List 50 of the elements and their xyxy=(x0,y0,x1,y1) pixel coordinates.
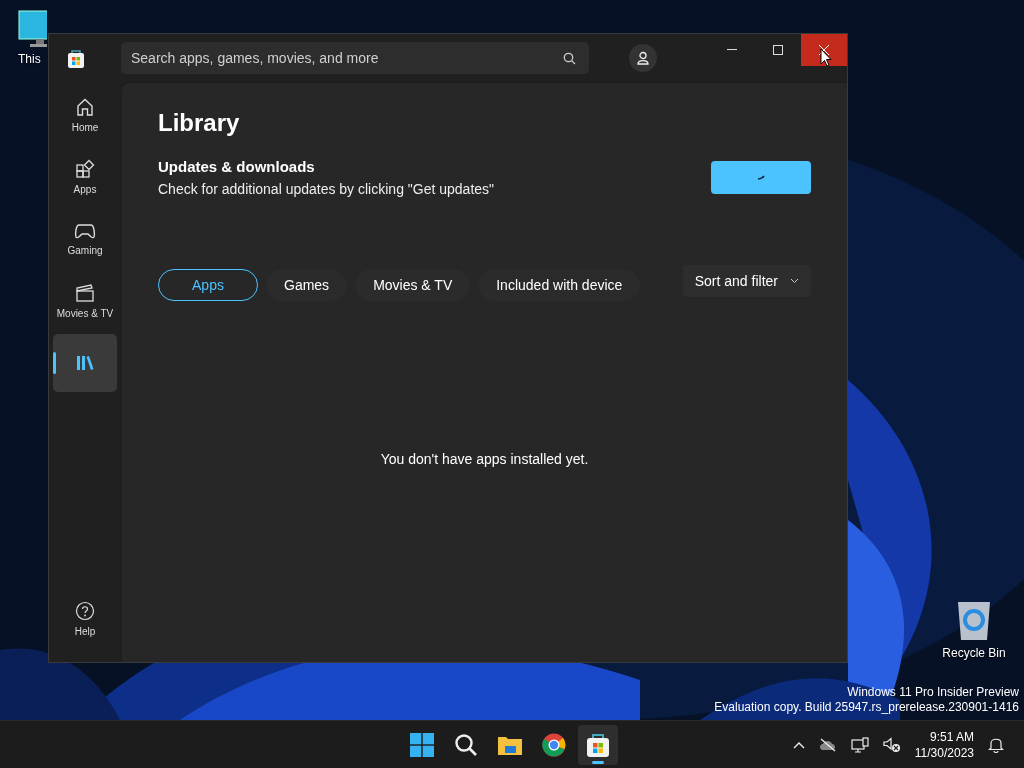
watermark-text: Windows 11 Pro Insider Preview xyxy=(847,685,1019,700)
desktop-icon[interactable]: This xyxy=(0,10,47,66)
bell-icon[interactable] xyxy=(988,736,1004,753)
search-icon xyxy=(563,52,576,65)
minimize-icon xyxy=(727,49,737,51)
clapperboard-icon xyxy=(75,283,95,303)
section-heading: Updates & downloads xyxy=(158,158,316,175)
person-icon xyxy=(636,51,650,65)
store-icon xyxy=(587,733,609,757)
account-button[interactable] xyxy=(629,44,657,72)
search-field[interactable]: Search apps, games, movies, and more xyxy=(121,42,589,74)
gamepad-icon xyxy=(74,222,96,240)
network-icon[interactable] xyxy=(850,736,869,753)
browser-icon xyxy=(542,733,566,757)
page-title: Library xyxy=(158,109,241,137)
home-icon xyxy=(75,97,95,117)
chevron-down-icon xyxy=(790,278,799,284)
icon-label: Recycle Bin xyxy=(942,646,1006,660)
mouse-cursor-icon xyxy=(820,48,832,67)
help-icon xyxy=(75,601,95,621)
chevron-up-icon[interactable] xyxy=(792,740,805,749)
clock-button[interactable]: 9:51 AM 11/30/2023 xyxy=(914,728,974,761)
store-logo-icon xyxy=(68,50,84,68)
nav-item[interactable]: Apps xyxy=(53,148,117,206)
nav-item[interactable]: Home xyxy=(53,86,117,144)
cloud-off-icon[interactable] xyxy=(818,737,837,752)
search-icon xyxy=(454,733,478,757)
taskbar-button[interactable] xyxy=(578,725,618,765)
library-icon xyxy=(75,354,95,372)
filter-tab[interactable]: Games xyxy=(266,269,348,301)
nav-item[interactable]: Movies & TV xyxy=(53,272,117,330)
filter-tab[interactable]: Included with device xyxy=(478,269,641,301)
help-nav-item[interactable]: Help xyxy=(53,590,117,648)
desktop-icon[interactable]: Recycle Bin xyxy=(936,598,1012,660)
close-button[interactable] xyxy=(801,34,847,66)
speaker-muted-icon[interactable] xyxy=(882,736,901,753)
sort-filter-button[interactable]: Sort and filter xyxy=(682,265,811,297)
folder-icon xyxy=(497,734,523,756)
section-description: Check for additional updates by clicking "Get updates" xyxy=(158,181,496,197)
watermark-text: Evaluation copy. Build 25947.rs_prerelease.230901-1416 xyxy=(714,700,1019,715)
spinner-icon xyxy=(757,175,765,180)
icon-label: This xyxy=(18,52,41,66)
close-icon xyxy=(819,45,829,55)
nav-item[interactable]: Gaming xyxy=(53,210,117,268)
maximize-icon xyxy=(773,45,783,55)
windows-logo-icon xyxy=(410,733,434,757)
nav-item[interactable] xyxy=(53,334,117,392)
apps-icon xyxy=(75,159,95,179)
empty-message: You don't have apps installed yet. xyxy=(379,451,590,467)
filter-tab[interactable]: Movies & TV xyxy=(355,269,471,301)
